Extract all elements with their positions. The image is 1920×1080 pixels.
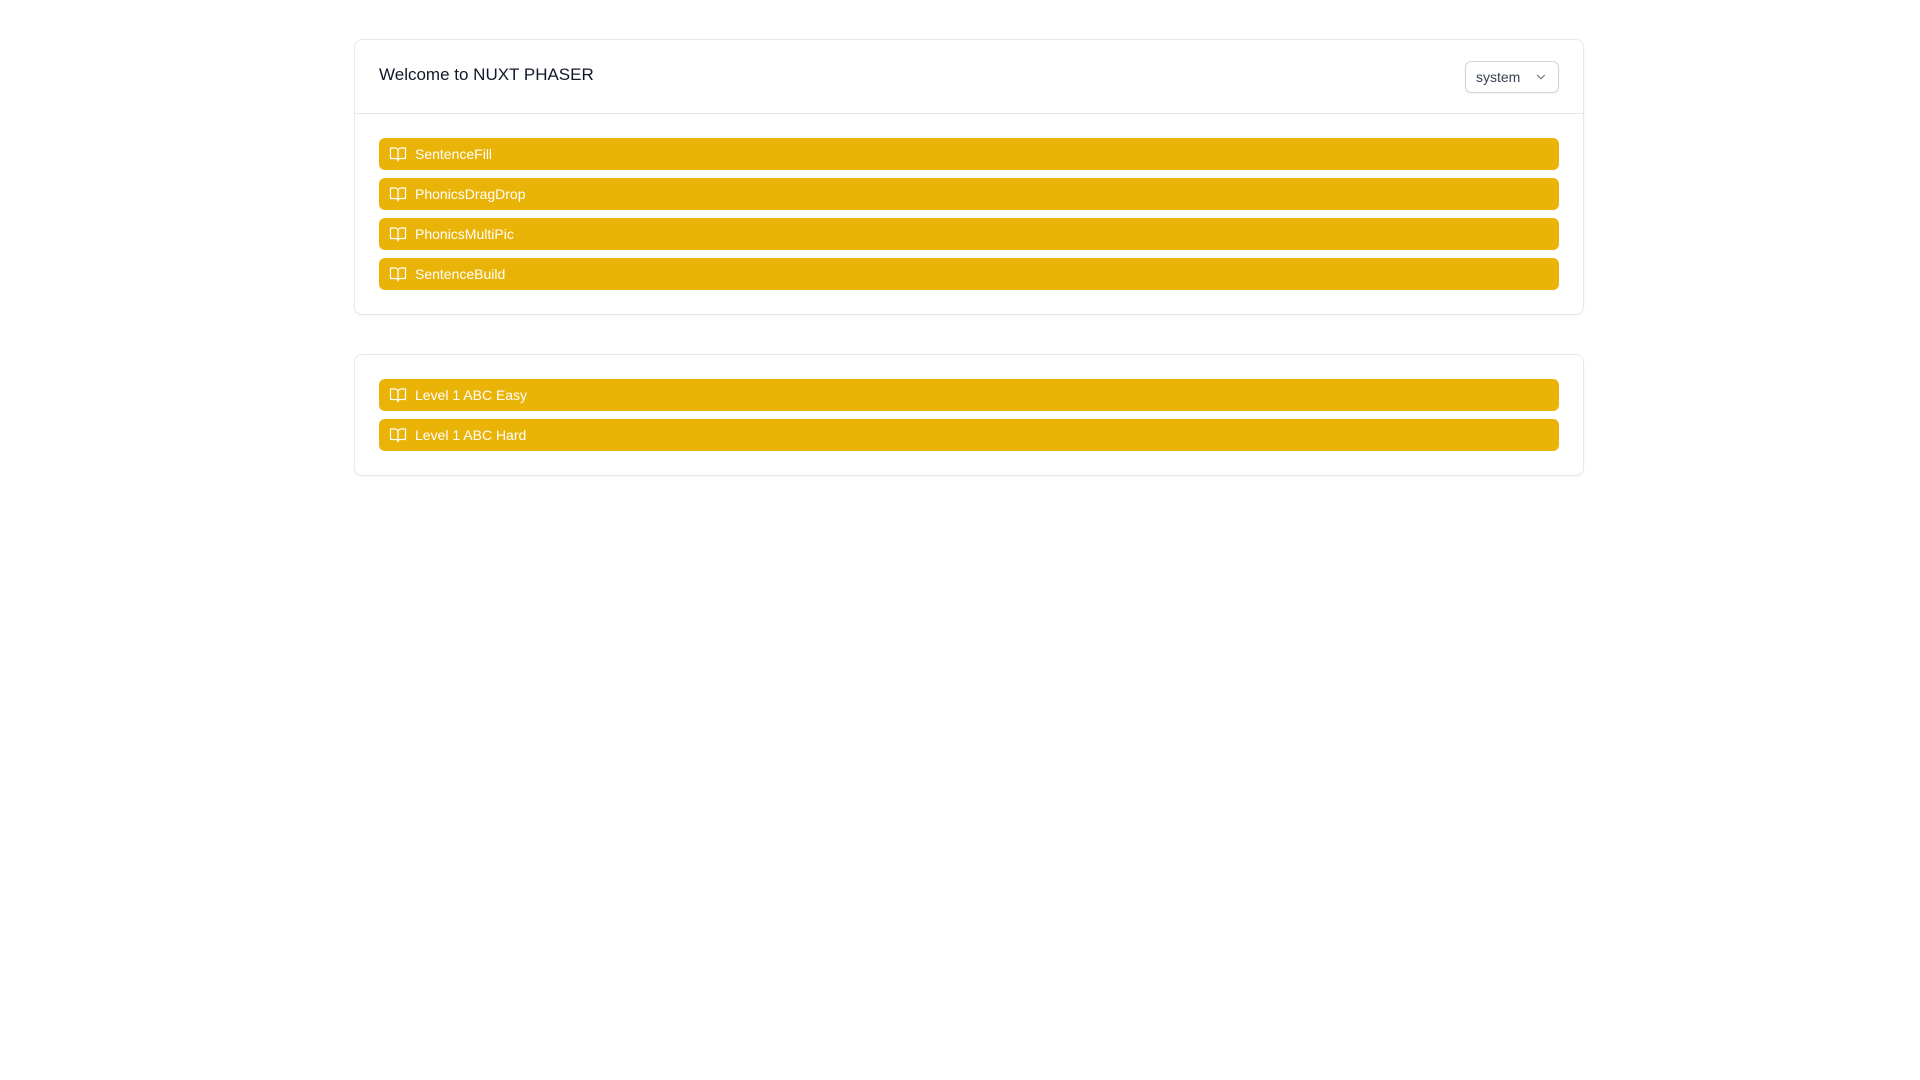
- page-title: Welcome to NUXT PHASER: [379, 65, 594, 84]
- book-open-icon: [389, 386, 407, 404]
- game-button-phonicsmultipic[interactable]: PhonicsMultiPic: [379, 218, 1559, 250]
- game-button-sentencefill[interactable]: SentenceFill: [379, 138, 1559, 170]
- game-button-phonicsdragdrop[interactable]: PhonicsDragDrop: [379, 178, 1559, 210]
- game-button-sentencebuild[interactable]: SentenceBuild: [379, 258, 1559, 290]
- levels-card: Level 1 ABC Easy Level 1 ABC Hard: [354, 354, 1584, 476]
- games-list: SentenceFill PhonicsDragDrop PhonicsMult…: [355, 114, 1583, 314]
- level-button-abc-hard[interactable]: Level 1 ABC Hard: [379, 419, 1559, 451]
- game-button-label: PhonicsMultiPic: [415, 226, 514, 242]
- chevron-down-icon: [1534, 70, 1548, 84]
- card-header: Welcome to NUXT PHASER system: [355, 40, 1583, 114]
- level-button-label: Level 1 ABC Hard: [415, 427, 527, 443]
- book-open-icon: [389, 265, 407, 283]
- game-button-label: PhonicsDragDrop: [415, 186, 526, 202]
- theme-select[interactable]: system: [1465, 61, 1559, 93]
- book-open-icon: [389, 145, 407, 163]
- game-button-label: SentenceFill: [415, 146, 493, 162]
- level-button-abc-easy[interactable]: Level 1 ABC Easy: [379, 379, 1559, 411]
- game-button-label: SentenceBuild: [415, 266, 506, 282]
- book-open-icon: [389, 426, 407, 444]
- levels-list: Level 1 ABC Easy Level 1 ABC Hard: [355, 355, 1583, 475]
- theme-select-value: system: [1476, 69, 1521, 85]
- games-card: Welcome to NUXT PHASER system SentenceFi…: [354, 39, 1584, 315]
- level-button-label: Level 1 ABC Easy: [415, 387, 528, 403]
- main-container: Welcome to NUXT PHASER system SentenceFi…: [354, 39, 1584, 476]
- book-open-icon: [389, 225, 407, 243]
- book-open-icon: [389, 185, 407, 203]
